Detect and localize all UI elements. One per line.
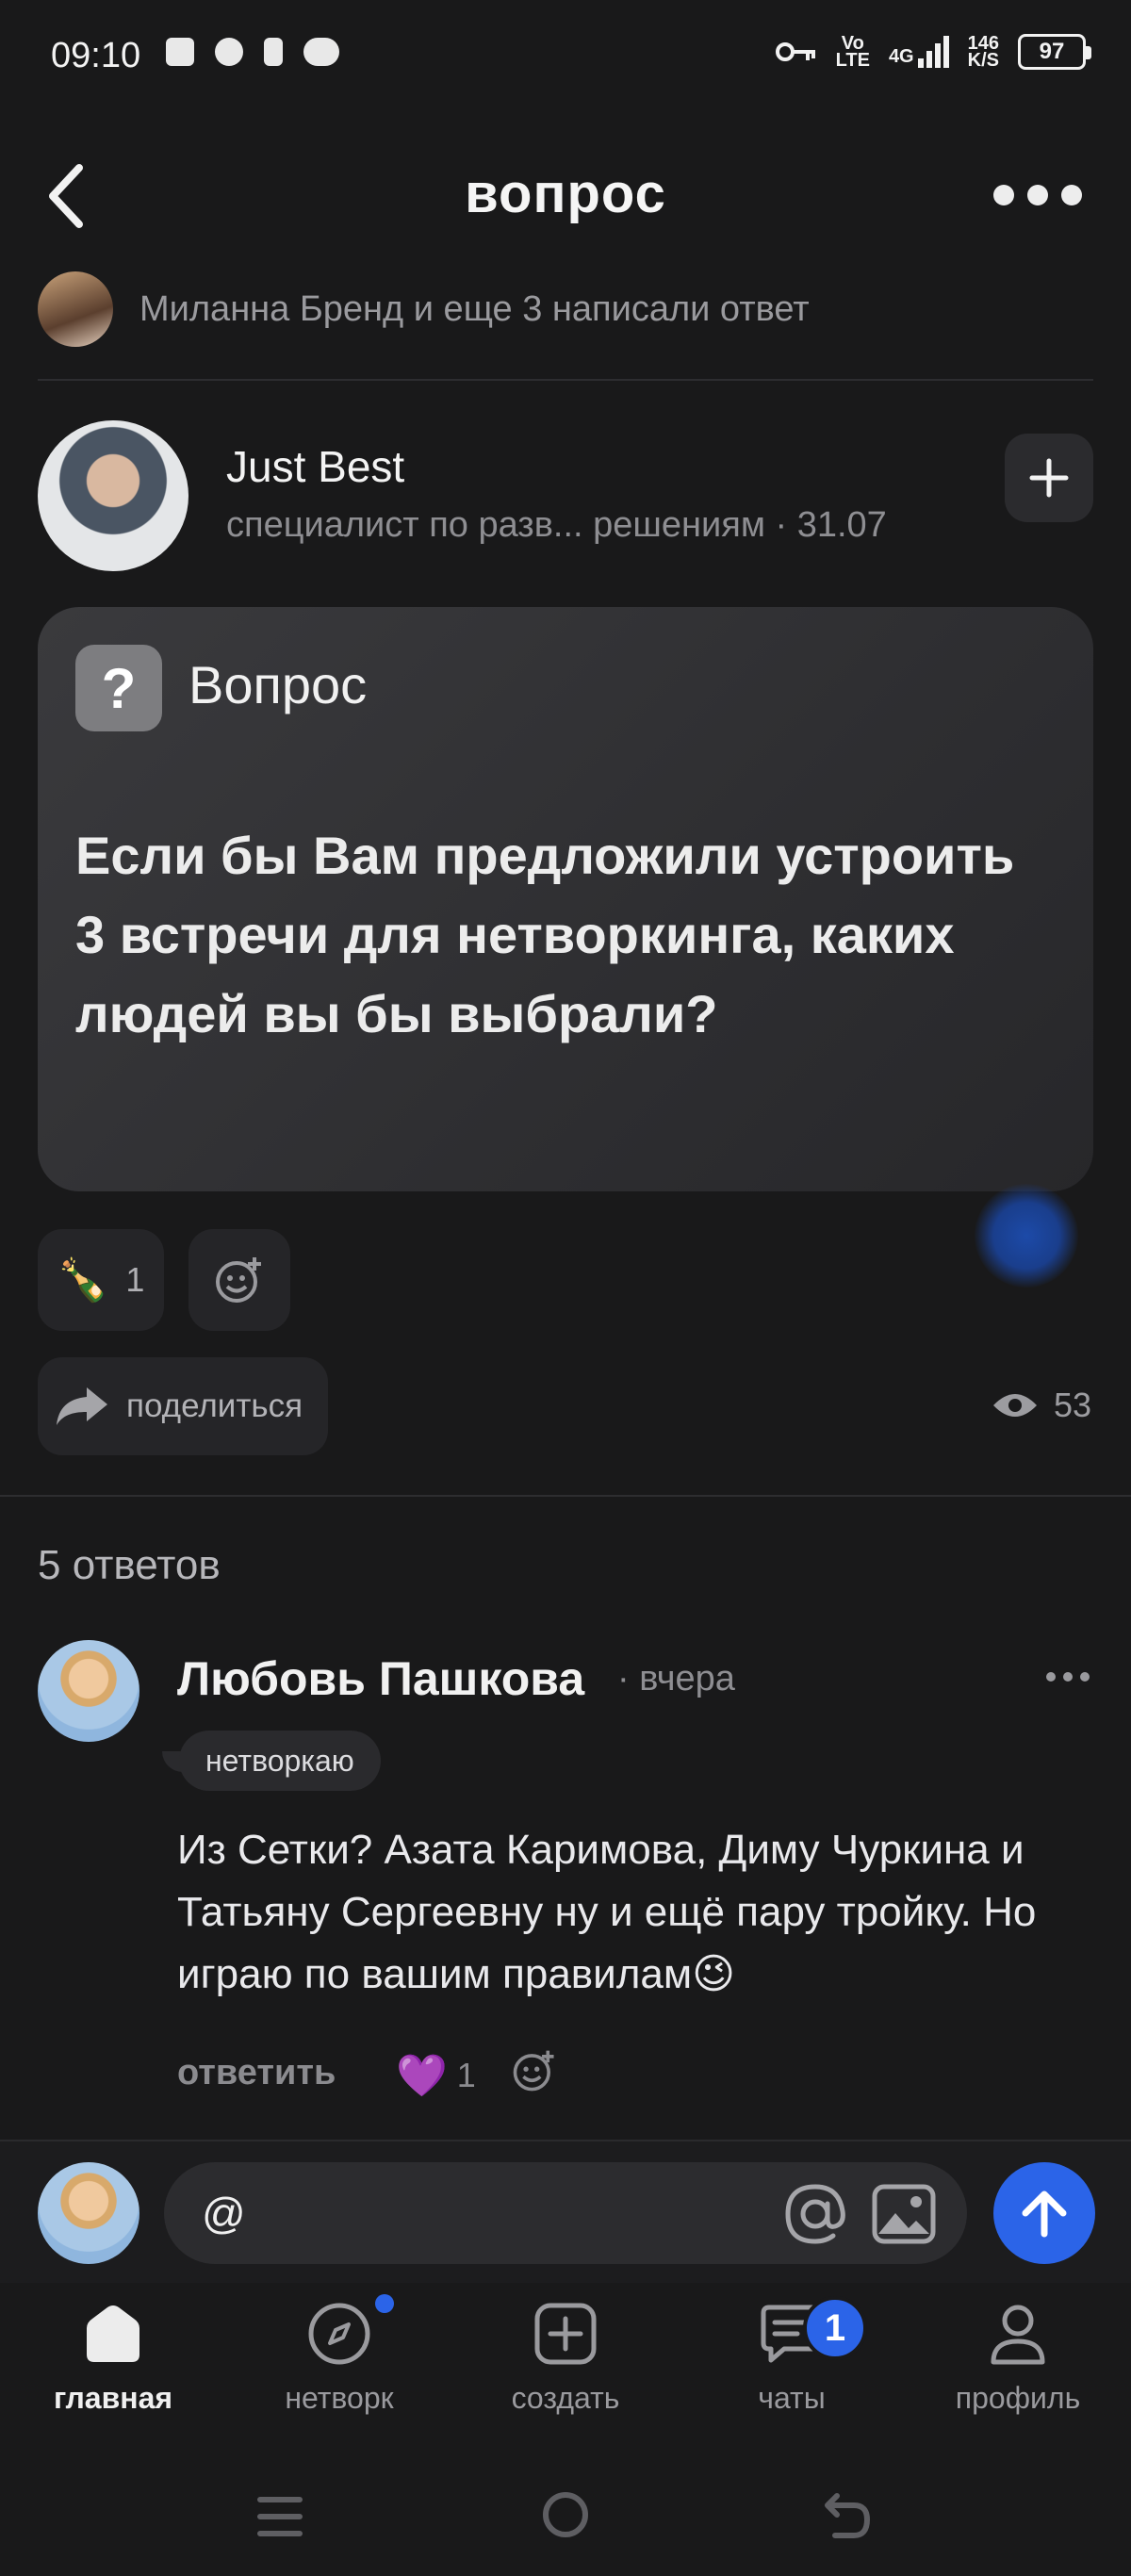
net-type-label: 4G	[888, 46, 914, 67]
lte-label: LTE	[835, 50, 870, 71]
nav-label: создать	[511, 2381, 620, 2415]
send-button[interactable]	[993, 2162, 1095, 2264]
author-name[interactable]: Just Best	[226, 441, 404, 492]
network-notification-dot	[375, 2294, 394, 2313]
nav-label: нетворк	[285, 2381, 394, 2415]
touch-indicator	[975, 1184, 1078, 1288]
responder-avatar	[38, 271, 113, 347]
share-arrow-icon	[57, 1387, 107, 1425]
chats-badge: 1	[803, 2296, 867, 2360]
nav-network[interactable]: нетворк	[226, 2300, 452, 2416]
reaction-emoji: 🍾	[57, 1257, 109, 1304]
comment-add-emoji-icon[interactable]	[511, 2047, 558, 2094]
my-avatar	[38, 2162, 139, 2264]
question-icon: ?	[75, 645, 162, 731]
answered-by-text: Миланна Бренд и еще 3 написали ответ	[139, 288, 810, 329]
views-counter: 53	[992, 1386, 1091, 1425]
author-avatar[interactable]	[38, 420, 188, 571]
comment-time: · вчера	[617, 1659, 735, 1698]
question-text: Если бы Вам предложили устроить 3 встреч…	[75, 826, 1015, 1043]
arrow-up-icon	[1022, 2190, 1067, 2238]
nav-chats[interactable]: чаты	[679, 2300, 905, 2416]
reaction-button[interactable]: 🍾 1	[38, 1229, 164, 1331]
battery-icon: 97	[1018, 34, 1091, 70]
plus-icon	[1029, 458, 1069, 498]
views-count: 53	[1053, 1386, 1091, 1424]
author-meta: специалист по разв... решениям · 31.07	[226, 505, 887, 545]
home-icon	[87, 2305, 139, 2362]
vpn-key-icon	[775, 42, 815, 61]
add-reaction-button[interactable]	[188, 1229, 290, 1331]
share-button[interactable]: поделиться	[38, 1357, 328, 1455]
compass-icon	[308, 2303, 370, 2365]
status-indicators: Vo LTE 4G 146 K/S 97	[775, 34, 1091, 71]
nav-profile[interactable]: профиль	[905, 2300, 1131, 2416]
comment-author-avatar[interactable]	[38, 1640, 139, 1742]
nav-create[interactable]: создать	[452, 2300, 679, 2416]
add-emoji-icon	[216, 1257, 261, 1303]
nav-label: профиль	[955, 2381, 1081, 2415]
answers-count: 5 ответов	[38, 1542, 221, 1588]
app-notification-icon	[215, 38, 243, 66]
recent-apps-icon[interactable]	[256, 2492, 303, 2541]
nav-label: главная	[53, 2381, 173, 2415]
signal-icon	[917, 36, 949, 68]
app-notification-icon	[264, 38, 283, 66]
mention-icon[interactable]	[780, 2179, 850, 2249]
question-label: Вопрос	[188, 655, 368, 714]
app-notification-icon	[166, 38, 194, 66]
question-card: ? Вопрос Если бы Вам предложили устроить…	[38, 607, 1093, 1191]
status-time: 09:10	[51, 36, 141, 75]
reaction-count: 1	[125, 1260, 145, 1299]
speed-unit: K/S	[967, 50, 999, 71]
nav-label: чаты	[758, 2381, 826, 2415]
comment-author-name[interactable]: Любовь Пашкова	[177, 1651, 584, 1706]
more-options-icon[interactable]	[993, 185, 1082, 205]
battery-level: 97	[1039, 39, 1065, 64]
comment-text: Из Сетки? Азата Каримова, Диму Чуркина и…	[177, 1827, 1037, 1997]
comment-more-icon[interactable]	[1046, 1672, 1090, 1682]
notification-icons	[166, 38, 339, 66]
follow-button[interactable]	[1005, 434, 1093, 522]
status-bar: 09:10 Vo LTE 4G 146 K/S 97	[0, 0, 1131, 113]
status-tag: нетворкаю	[179, 1731, 381, 1791]
share-label: поделиться	[126, 1387, 303, 1424]
eye-icon	[992, 1394, 1037, 1417]
reply-button[interactable]: ответить	[177, 2053, 336, 2093]
comment-reaction-count: 1	[456, 2056, 476, 2094]
page-title: вопрос	[465, 163, 666, 224]
divider	[38, 379, 1093, 381]
nav-home[interactable]: главная	[0, 2300, 226, 2416]
system-back-icon[interactable]	[822, 2490, 873, 2541]
section-divider	[0, 1495, 1131, 1497]
image-attach-icon[interactable]	[869, 2179, 939, 2249]
comment-reaction[interactable]: 💜 1	[396, 2051, 476, 2100]
profile-icon	[991, 2305, 1045, 2365]
purple-heart-icon: 💜	[396, 2053, 448, 2099]
answered-by-banner[interactable]: Миланна Бренд и еще 3 написали ответ	[38, 271, 810, 347]
plus-square-icon	[534, 2303, 597, 2365]
cloud-icon	[303, 38, 339, 66]
home-circle-icon[interactable]	[541, 2490, 590, 2539]
